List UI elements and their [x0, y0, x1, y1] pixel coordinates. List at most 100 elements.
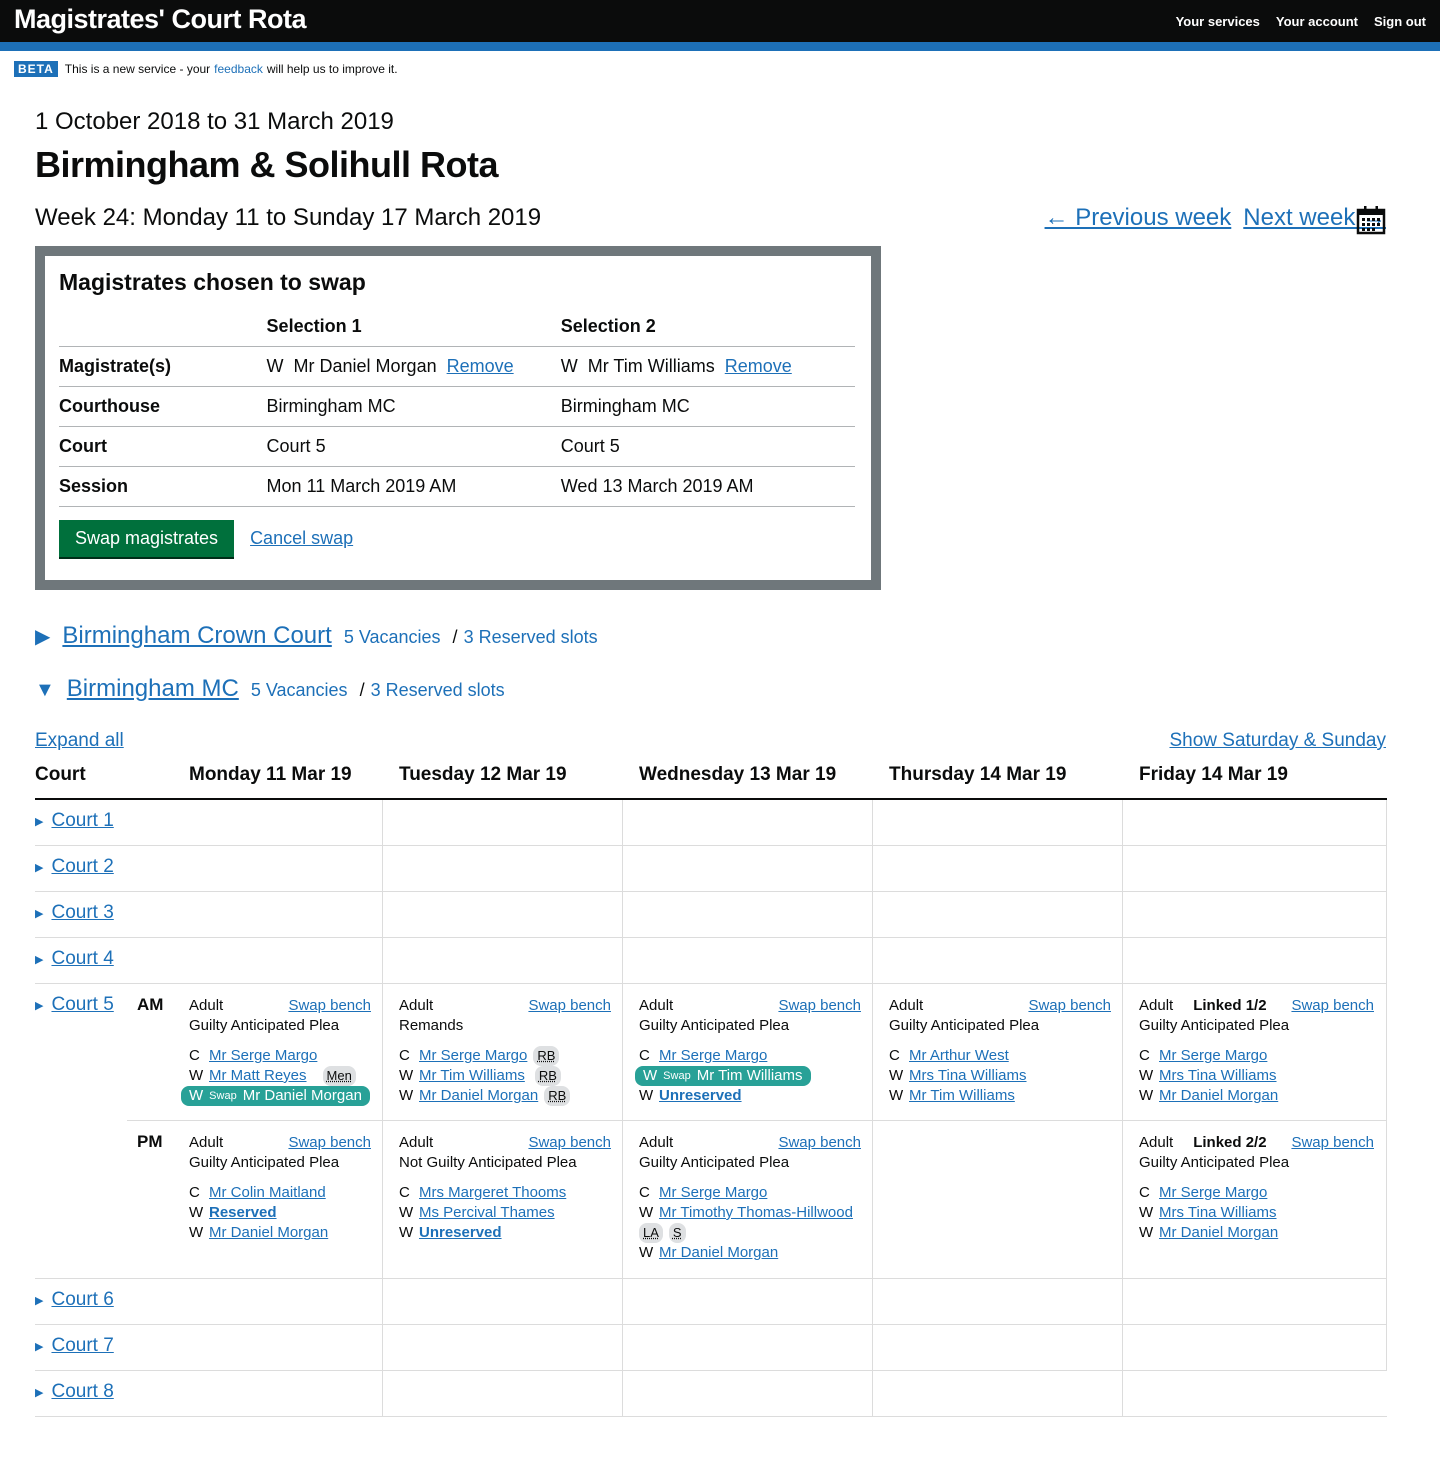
- remove-selection-1-link[interactable]: Remove: [447, 356, 514, 376]
- court-link[interactable]: Court 8: [51, 1381, 113, 1403]
- reserved-slots-count[interactable]: 3 Reserved slots: [371, 680, 505, 701]
- swap-bench-link[interactable]: Swap bench: [1291, 1133, 1374, 1153]
- grid-header: Court Monday 11 Mar 19 Tuesday 12 Mar 19…: [35, 760, 1387, 800]
- expand-arrow-icon[interactable]: ▶: [35, 953, 43, 966]
- session-type: Adult: [399, 997, 434, 1014]
- session-am-tuesday: Adult Swap bench Remands C Mr Serge Margo R…: [399, 996, 611, 1106]
- magistrate-link[interactable]: Ms Percival Thames: [419, 1203, 555, 1223]
- remove-selection-2-link[interactable]: Remove: [725, 356, 792, 376]
- service-title[interactable]: Magistrates' Court Rota: [14, 4, 306, 35]
- session-type: Adult: [189, 1134, 224, 1151]
- sign-out-link[interactable]: Sign out: [1374, 14, 1426, 29]
- expand-arrow-icon[interactable]: ▶: [35, 1386, 43, 1399]
- feedback-link[interactable]: feedback: [214, 62, 263, 76]
- swap-bench-link[interactable]: Swap bench: [1028, 996, 1111, 1016]
- magistrate-link[interactable]: Mr Daniel Morgan: [659, 1243, 778, 1263]
- magistrate-link[interactable]: Mr Daniel Morgan: [419, 1086, 538, 1106]
- court-link[interactable]: Court 1: [51, 810, 113, 832]
- magistrate-link[interactable]: Mr Serge Margo: [209, 1046, 317, 1066]
- magistrate-badge: Men: [322, 1066, 356, 1086]
- reserved-slot-link[interactable]: Reserved: [209, 1203, 277, 1223]
- unreserved-slot-link[interactable]: Unreserved: [419, 1223, 502, 1243]
- expand-triangle-icon[interactable]: ▶: [35, 624, 50, 649]
- swap-bench-link[interactable]: Swap bench: [1291, 996, 1374, 1016]
- courthouse-name-link[interactable]: Birmingham MC: [67, 675, 239, 703]
- magistrate-link[interactable]: Mrs Tina Williams: [1159, 1066, 1277, 1086]
- session-type: Adult: [639, 997, 674, 1014]
- reserved-slots-count[interactable]: 3 Reserved slots: [464, 627, 598, 648]
- collapse-triangle-icon[interactable]: ▼: [35, 679, 55, 702]
- expand-arrow-icon[interactable]: ▶: [35, 815, 43, 828]
- expand-arrow-icon[interactable]: ▶: [35, 999, 43, 1012]
- magistrate-link[interactable]: Mr Tim Williams: [419, 1066, 525, 1086]
- your-account-link[interactable]: Your account: [1276, 14, 1358, 29]
- magistrate-link[interactable]: Mrs Tina Williams: [1159, 1203, 1277, 1223]
- session-am-friday: Adult Linked 1/2 Swap bench Guilty Anticip…: [1139, 996, 1374, 1106]
- magistrate-link[interactable]: Mr Matt Reyes: [209, 1066, 307, 1086]
- swap-magistrates-button[interactable]: Swap magistrates: [59, 519, 235, 557]
- selection-2-header: Selection 2: [560, 308, 855, 347]
- expand-all-link[interactable]: Expand all: [35, 730, 124, 752]
- court-link[interactable]: Court 3: [51, 902, 113, 924]
- swap-bench-link[interactable]: Swap bench: [778, 996, 861, 1016]
- beta-text-pre: This is a new service - your: [64, 62, 211, 76]
- vacancies-count[interactable]: 5 Vacancies: [251, 680, 348, 701]
- session-subtype: Guilty Anticipated Plea: [639, 1154, 790, 1171]
- unreserved-slot-link[interactable]: Unreserved: [659, 1086, 742, 1106]
- selection-1-magistrate: W Mr Daniel Morgan: [266, 355, 437, 376]
- magistrate-link[interactable]: Mr Colin Maitland: [209, 1183, 326, 1203]
- session-type: Adult: [639, 1134, 674, 1151]
- magistrate-link[interactable]: Mr Daniel Morgan: [1159, 1223, 1278, 1243]
- magistrate-link[interactable]: Mr Tim Williams: [909, 1086, 1015, 1106]
- swap-bench-link[interactable]: Swap bench: [778, 1133, 861, 1153]
- swap-bench-link[interactable]: Swap bench: [288, 1133, 371, 1153]
- swap-row-label: Courthouse: [59, 386, 267, 427]
- session-subtype: Guilty Anticipated Plea: [1139, 1154, 1290, 1171]
- swap-selected-magistrate[interactable]: W Swap Mr Daniel Morgan: [181, 1086, 370, 1106]
- session-type: Adult: [189, 997, 224, 1014]
- expand-arrow-icon[interactable]: ▶: [35, 907, 43, 920]
- magistrate-badge: RB: [544, 1086, 571, 1106]
- magistrate-link[interactable]: Mr Daniel Morgan: [209, 1223, 328, 1243]
- selection-2-courthouse: Birmingham MC: [560, 386, 855, 427]
- court-link[interactable]: Court 6: [51, 1289, 113, 1311]
- your-services-link[interactable]: Your services: [1176, 14, 1260, 29]
- court-link[interactable]: Court 2: [51, 856, 113, 878]
- session-subtype: Guilty Anticipated Plea: [189, 1154, 340, 1171]
- vacancies-count[interactable]: 5 Vacancies: [344, 627, 441, 648]
- magistrate-link[interactable]: Mrs Tina Williams: [909, 1066, 1027, 1086]
- session-type: Adult: [1139, 997, 1174, 1014]
- magistrate-link[interactable]: Mr Serge Margo: [659, 1046, 767, 1066]
- magistrate-link[interactable]: Mr Serge Margo: [659, 1183, 767, 1203]
- swap-selected-magistrate[interactable]: W Swap Mr Tim Williams: [635, 1066, 811, 1086]
- magistrate-link[interactable]: Mr Timothy Thomas-Hillwood: [659, 1203, 853, 1223]
- swap-bench-link[interactable]: Swap bench: [528, 996, 611, 1016]
- swap-tag: Swap: [663, 1070, 691, 1082]
- magistrate-link[interactable]: Mr Daniel Morgan: [1159, 1086, 1278, 1106]
- magistrate-link[interactable]: Mr Serge Margo: [1159, 1183, 1267, 1203]
- magistrate-link[interactable]: Mrs Margeret Thooms: [419, 1183, 566, 1203]
- court-link[interactable]: Court 7: [51, 1335, 113, 1357]
- magistrate-link[interactable]: Mr Serge Margo: [419, 1046, 527, 1066]
- beta-tag: BETA: [14, 61, 58, 77]
- session-pm-wednesday: Adult Swap bench Guilty Anticipated Plea …: [639, 1133, 871, 1263]
- expand-arrow-icon[interactable]: ▶: [35, 861, 43, 874]
- magistrate-link[interactable]: Mr Serge Margo: [1159, 1046, 1267, 1066]
- swap-row-label: Court: [59, 426, 267, 467]
- swap-bench-link[interactable]: Swap bench: [288, 996, 371, 1016]
- col-header-court: Court: [35, 764, 86, 785]
- court-link[interactable]: Court 4: [51, 948, 113, 970]
- swap-table: Selection 1 Selection 2 Magistrate(s) W …: [59, 308, 855, 507]
- magistrate-link[interactable]: Mr Arthur West: [909, 1046, 1009, 1066]
- swap-selection-panel: Magistrates chosen to swap Selection 1 S…: [35, 246, 881, 590]
- courthouse-name-link[interactable]: Birmingham Crown Court: [62, 622, 331, 650]
- expand-arrow-icon[interactable]: ▶: [35, 1340, 43, 1353]
- expand-arrow-icon[interactable]: ▶: [35, 1294, 43, 1307]
- am-label: AM: [137, 995, 164, 1014]
- cancel-swap-link[interactable]: Cancel swap: [250, 528, 353, 549]
- previous-week-link[interactable]: ← Previous week: [1045, 204, 1232, 232]
- show-weekend-link[interactable]: Show Saturday & Sunday: [1169, 730, 1386, 752]
- swap-bench-link[interactable]: Swap bench: [528, 1133, 611, 1153]
- court-link[interactable]: Court 5: [51, 994, 113, 1016]
- calendar-icon[interactable]: [1356, 205, 1386, 235]
